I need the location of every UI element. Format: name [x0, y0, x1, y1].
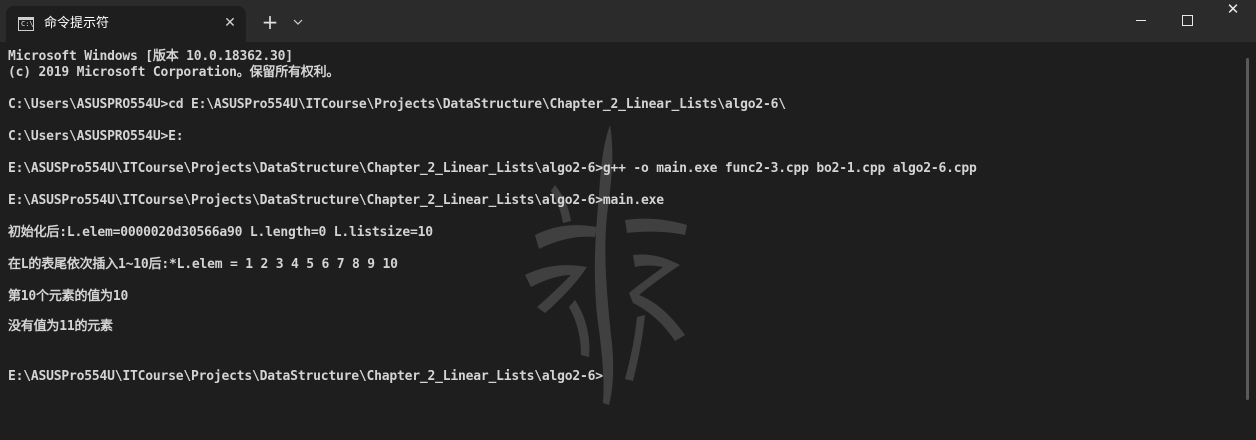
- console-line: 在L的表尾依次插入1~10后:*L.elem = 1 2 3 4 5 6 7 8…: [8, 257, 398, 272]
- tab-dropdown-chevron-down-icon[interactable]: [287, 10, 309, 34]
- console-line: Microsoft Windows [版本 10.0.18362.30]: [8, 49, 293, 64]
- tab-title: 命令提示符: [44, 16, 110, 31]
- console-line: E:\ASUSPro554U\ITCourse\Projects\DataStr…: [8, 193, 664, 208]
- maximize-icon: [1182, 15, 1193, 26]
- close-button[interactable]: ✕: [1210, 0, 1256, 40]
- console-line: C:\Users\ASUSPRO554U>E:: [8, 129, 184, 144]
- console-line: 没有值为11的元素: [8, 319, 113, 334]
- tab-close-icon[interactable]: ✕: [220, 13, 240, 33]
- tab-command-prompt[interactable]: C:\ 命令提示符 ✕: [6, 6, 246, 42]
- close-icon: ✕: [1226, 0, 1240, 18]
- console-line: (c) 2019 Microsoft Corporation。保留所有权利。: [8, 65, 340, 80]
- console-line: E:\ASUSPro554U\ITCourse\Projects\DataStr…: [8, 161, 977, 176]
- console-line: C:\Users\ASUSPRO554U>cd E:\ASUSPro554U\I…: [8, 97, 786, 112]
- maximize-button[interactable]: [1164, 0, 1210, 40]
- console-line: 第10个元素的值为10: [8, 289, 129, 304]
- terminal-output[interactable]: Microsoft Windows [版本 10.0.18362.30] (c)…: [0, 42, 1256, 440]
- title-bar: C:\ 命令提示符 ✕ + ✕: [0, 0, 1256, 42]
- cmd-icon: C:\: [18, 17, 34, 31]
- console-prompt-line: E:\ASUSPro554U\ITCourse\Projects\DataStr…: [8, 369, 603, 384]
- vertical-scrollbar[interactable]: [1246, 58, 1249, 400]
- new-tab-button[interactable]: +: [258, 10, 282, 34]
- terminal-window: C:\ 命令提示符 ✕ + ✕ Microsoft Windows [版本 10…: [0, 0, 1256, 440]
- minimize-button[interactable]: [1118, 0, 1164, 40]
- console-line: 初始化后:L.elem=0000020d30566a90 L.length=0 …: [8, 225, 433, 240]
- minimize-icon: [1136, 20, 1146, 21]
